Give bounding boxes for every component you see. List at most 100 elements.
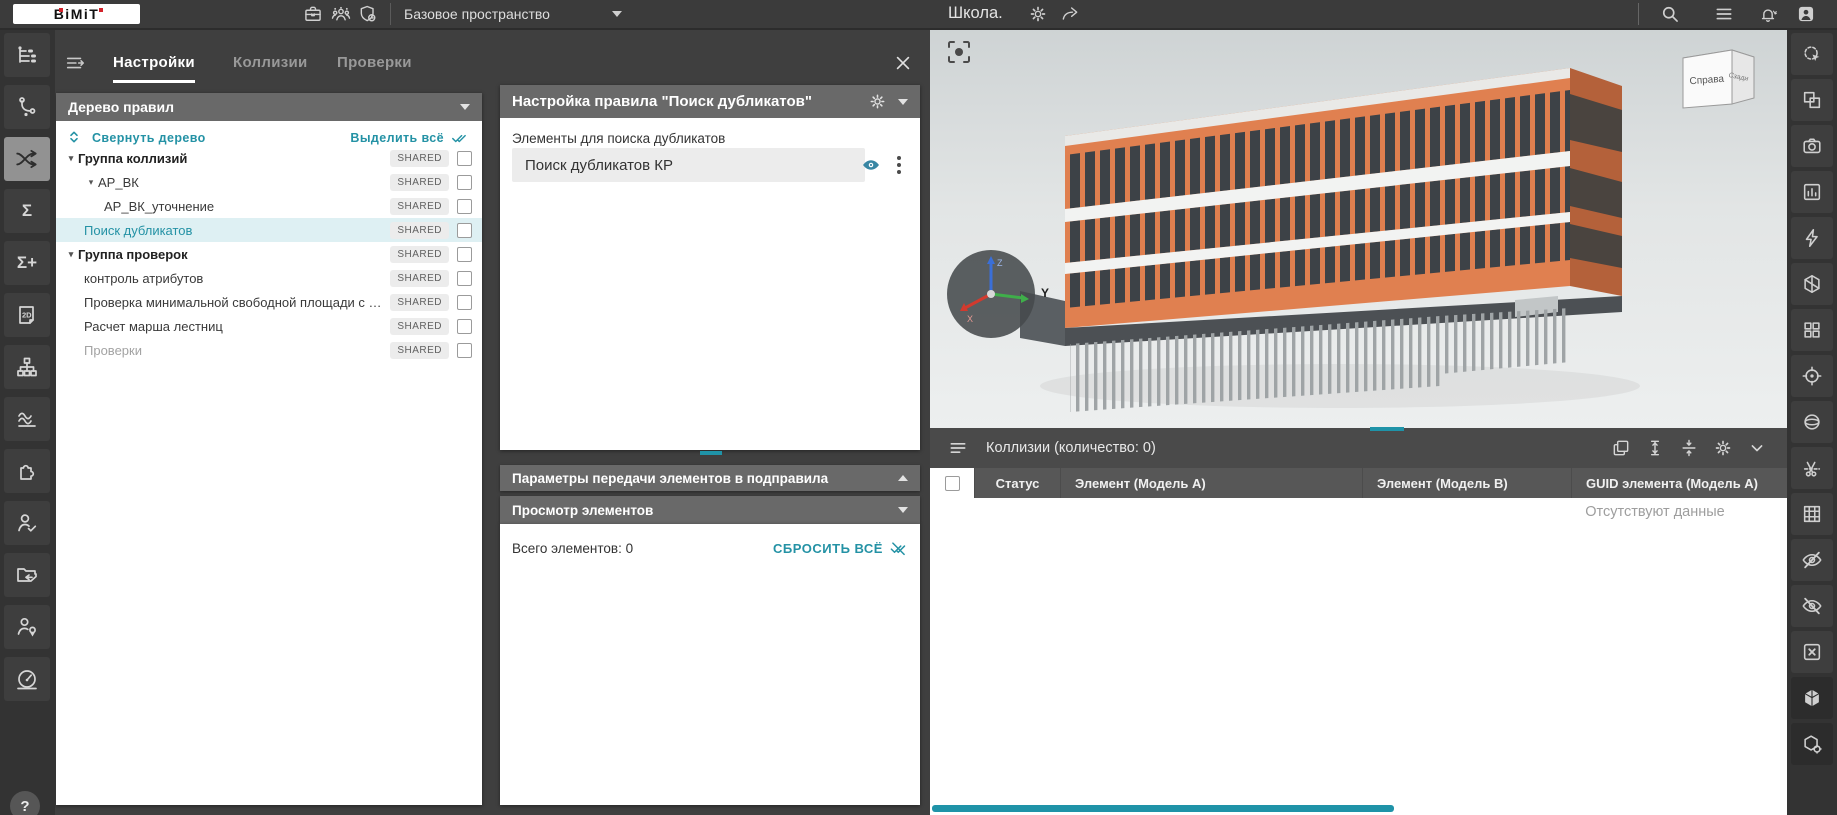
structure-orgchart-button[interactable] (4, 345, 50, 389)
section-box-button[interactable] (1791, 263, 1833, 305)
screenshot-camera-button[interactable] (1791, 125, 1833, 167)
row-checkbox[interactable] (457, 199, 472, 214)
hamburger-menu-icon[interactable] (948, 438, 968, 458)
tab-collisions[interactable]: Коллизии (233, 54, 308, 80)
tree-row[interactable]: ▾Группа проверокSHARED (56, 242, 482, 266)
chevron-down-icon[interactable] (898, 99, 908, 105)
person-approve-button[interactable] (4, 501, 50, 545)
drawings-2d-button[interactable] (4, 293, 50, 337)
building-model[interactable] (1010, 56, 1670, 421)
row-checkbox[interactable] (457, 247, 472, 262)
plugins-puzzle-button[interactable] (4, 449, 50, 493)
quick-actions-bolt-button[interactable] (1791, 217, 1833, 259)
row-checkbox[interactable] (457, 151, 472, 166)
duplicate-icon[interactable] (1611, 438, 1631, 458)
notifications-bell-icon[interactable] (1758, 4, 1778, 24)
solid-cube-button[interactable] (1791, 677, 1833, 719)
focus-target-icon[interactable] (946, 39, 972, 65)
select-all-checkbox[interactable] (945, 476, 960, 491)
column-header-guid-a[interactable]: GUID элемента (Модель A) (1571, 468, 1787, 498)
params-section-bar[interactable]: Параметры передачи элементов в подправил… (500, 465, 920, 491)
tree-row[interactable]: ▾АР_ВКSHARED (56, 170, 482, 194)
row-checkbox[interactable] (457, 271, 472, 286)
reset-all-button[interactable]: СБРОСИТЬ ВСЁ (773, 539, 908, 557)
fit-height-icon[interactable] (1645, 438, 1665, 458)
person-location-button[interactable] (4, 605, 50, 649)
collapse-tree-link[interactable]: Свернуть дерево (92, 131, 206, 145)
search-icon[interactable] (1660, 4, 1680, 24)
workspace-selector[interactable]: Базовое пространство (404, 6, 550, 22)
workspace-dropdown-caret[interactable] (612, 11, 622, 17)
model-tree-button[interactable] (4, 33, 50, 77)
sphere-view-button[interactable] (1791, 401, 1833, 443)
summary-sigma-button[interactable]: Σ (4, 189, 50, 233)
summary-sigma-add-button[interactable]: Σ+ (4, 241, 50, 285)
collapse-panel-icon[interactable] (64, 52, 86, 74)
dashboard-gauge-button[interactable] (4, 657, 50, 701)
column-header-element-b[interactable]: Элемент (Модель B) (1362, 468, 1571, 498)
section-cut-button[interactable] (1791, 447, 1833, 489)
rules-tree-header[interactable]: Дерево правил (56, 93, 482, 121)
project-settings-gear-icon[interactable] (1028, 4, 1048, 24)
clear-image-button[interactable] (1791, 631, 1833, 673)
close-icon[interactable] (893, 53, 913, 73)
model-settings-cube-button[interactable] (1791, 723, 1833, 765)
folder-export-button[interactable] (4, 553, 50, 597)
splitter-handle[interactable] (700, 451, 722, 455)
viewport-3d[interactable]: Справа Сзади Z X Y (930, 28, 1787, 428)
axis-gizmo[interactable]: Z X (947, 250, 1035, 338)
tree-row-selected[interactable]: Поиск дубликатовSHARED (56, 218, 482, 242)
preview-section-bar[interactable]: Просмотр элементов (500, 496, 920, 524)
kebab-menu-icon[interactable] (892, 154, 906, 176)
tree-row[interactable]: Расчет марша лестницSHARED (56, 314, 482, 338)
chevron-down-icon[interactable] (460, 104, 470, 110)
chevron-up-icon[interactable] (898, 475, 908, 481)
row-checkbox[interactable] (457, 295, 472, 310)
help-button[interactable]: ? (10, 791, 40, 815)
caret-down-icon[interactable]: ▾ (84, 177, 98, 188)
expand-collapse-icon[interactable] (66, 129, 84, 147)
split-center-icon[interactable] (1679, 438, 1699, 458)
share-icon[interactable] (1060, 4, 1080, 24)
column-header-status[interactable]: Статус (974, 468, 1060, 498)
grid-small-button[interactable] (1791, 493, 1833, 535)
tree-row[interactable]: контроль атрибутовSHARED (56, 266, 482, 290)
chevron-down-icon[interactable] (898, 507, 908, 513)
row-checkbox[interactable] (457, 175, 472, 190)
caret-down-icon[interactable]: ▾ (64, 249, 78, 260)
chevron-down-icon[interactable] (1747, 438, 1767, 458)
team-icon[interactable] (331, 4, 351, 24)
double-check-icon[interactable] (450, 129, 470, 147)
duplicate-view-button[interactable] (1791, 79, 1833, 121)
dependency-branch-button[interactable] (4, 85, 50, 129)
shield-status-icon[interactable] (358, 4, 378, 24)
elements-field[interactable]: Поиск дубликатов КР (512, 148, 865, 182)
gear-icon[interactable] (1713, 438, 1733, 458)
locate-target-button[interactable] (1791, 355, 1833, 397)
horizontal-scrollbar[interactable] (932, 805, 1394, 812)
hide-elements-eye-off-button[interactable] (1791, 585, 1833, 627)
tree-row[interactable]: Проверка минимальной свободной площади с… (56, 290, 482, 314)
chart-report-button[interactable] (1791, 171, 1833, 213)
tab-checks[interactable]: Проверки (337, 54, 412, 80)
column-header-element-a[interactable]: Элемент (Модель A) (1060, 468, 1362, 498)
viewports-grid-button[interactable] (1791, 309, 1833, 351)
row-checkbox[interactable] (457, 223, 472, 238)
eye-icon[interactable] (860, 155, 882, 175)
tab-settings[interactable]: Настройки (113, 54, 195, 83)
collision-shuffle-button[interactable] (4, 137, 50, 181)
bimit-logo[interactable]: BiMiT (13, 4, 140, 24)
tree-row[interactable]: ▾Группа коллизийSHARED (56, 146, 482, 170)
caret-down-icon[interactable]: ▾ (64, 153, 78, 164)
gear-icon[interactable] (868, 92, 888, 112)
select-all-link[interactable]: Выделить всё (350, 131, 444, 145)
navigation-cube[interactable]: Справа Сзади (1680, 42, 1762, 114)
show-elements-eye-button[interactable] (1791, 539, 1833, 581)
splitter-handle[interactable] (1370, 427, 1404, 431)
account-icon[interactable] (1796, 4, 1816, 24)
tree-row[interactable]: АР_ВК_уточнениеSHARED (56, 194, 482, 218)
graphs-waves-button[interactable] (4, 397, 50, 441)
row-checkbox[interactable] (457, 319, 472, 334)
list-icon[interactable] (1714, 4, 1734, 24)
tree-row[interactable]: ПроверкиSHARED (56, 338, 482, 362)
